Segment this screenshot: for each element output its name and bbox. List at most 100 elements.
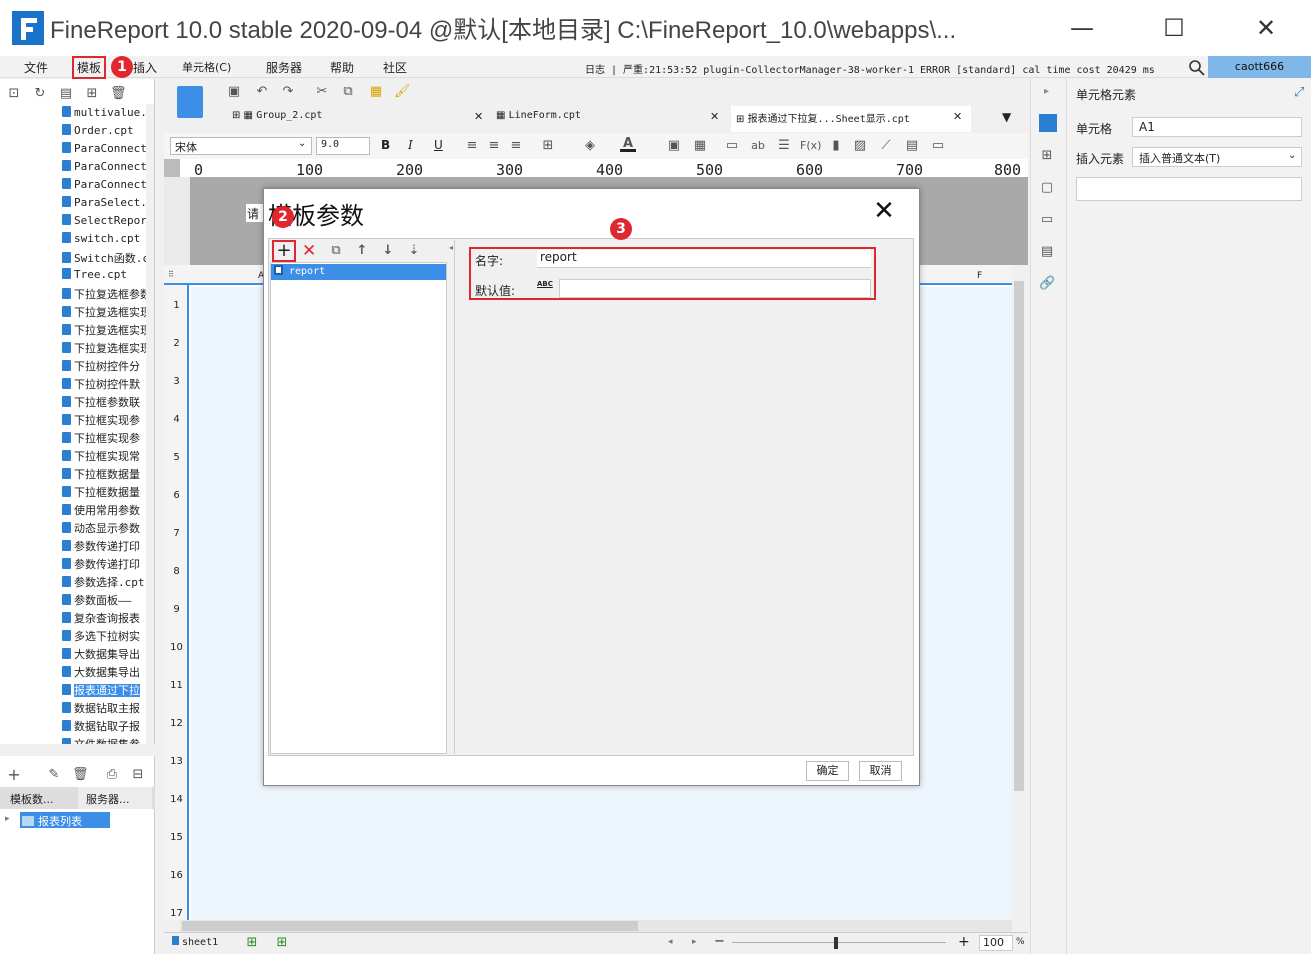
file-tree-item[interactable]: 下拉框实现参 [62, 412, 146, 430]
row-header-10[interactable]: 10 [164, 642, 189, 653]
cell-input[interactable]: A1 [1132, 117, 1302, 137]
row-header-6[interactable]: 6 [164, 490, 189, 501]
border-icon[interactable]: ⊞ [540, 138, 556, 154]
row-header-12[interactable]: 12 [164, 718, 189, 729]
file-tree-item[interactable]: 下拉复选框实现 [62, 304, 146, 322]
cancel-button[interactable]: 取消 [859, 761, 902, 781]
font-select[interactable]: 宋体 [170, 137, 312, 155]
font-color-icon[interactable]: A [620, 136, 636, 152]
row-header-13[interactable]: 13 [164, 756, 189, 767]
data-list-icon[interactable]: ▤ [1039, 244, 1055, 260]
file-tree-item[interactable]: 下拉复选框参数 [62, 286, 146, 304]
horizontal-scrollbar[interactable] [180, 920, 1012, 932]
file-tree-item[interactable]: 复杂查询报表 [62, 610, 146, 628]
font-dropdown-icon[interactable]: ⌄ [298, 138, 306, 149]
file-tree-item[interactable]: 参数面板—— [62, 592, 146, 610]
italic-button[interactable]: I [408, 138, 413, 152]
chart-icon[interactable]: ▮ [828, 138, 844, 154]
file-tree-item[interactable]: 下拉框实现参 [62, 430, 146, 448]
file-tree-item[interactable]: 下拉框数据量 [62, 466, 146, 484]
file-tree-item[interactable]: Order.cpt [62, 124, 146, 142]
dataset-icon[interactable]: ⊟ [130, 767, 146, 783]
row-header-17[interactable]: 17 [164, 908, 189, 919]
file-tree-item[interactable]: 下拉树控件默 [62, 376, 146, 394]
pin-icon[interactable]: ⤢ [1294, 85, 1304, 100]
col-header-f[interactable]: F [977, 271, 982, 281]
fill-color-icon[interactable]: ◈ [582, 138, 598, 154]
align-right-icon[interactable]: ≡ [508, 138, 524, 154]
template-list-icon[interactable]: ▤ [58, 86, 74, 102]
delete-icon[interactable]: 🗑 [110, 86, 127, 102]
sort-icon[interactable]: ⇣ [406, 243, 422, 259]
row-header-15[interactable]: 15 [164, 832, 189, 843]
slash-icon[interactable]: ⟋ [878, 138, 894, 154]
row-header-1[interactable]: 1 [164, 300, 189, 311]
default-value-input[interactable] [559, 279, 871, 298]
row-header-5[interactable]: 5 [164, 452, 189, 463]
formula-icon[interactable]: F(x) [800, 138, 821, 154]
move-top-icon[interactable]: ↑ [354, 243, 370, 259]
tab-group2-close[interactable]: ✕ [474, 110, 483, 123]
tree-scrollbar[interactable] [146, 104, 154, 744]
widget-icon[interactable]: ▢ [1039, 180, 1055, 196]
preview-icon[interactable]: ⎙ [104, 767, 120, 783]
abc-type-icon[interactable]: ABC [537, 280, 553, 288]
table-icon[interactable]: ▦ [692, 138, 708, 154]
select-all-icon[interactable]: ⠿ [168, 270, 174, 279]
row-header-14[interactable]: 14 [164, 794, 189, 805]
menu-server[interactable]: 服务器 [266, 59, 302, 76]
tab-menu-icon[interactable]: ▼ [1002, 110, 1011, 124]
file-tree-item[interactable]: 下拉复选框实现 [62, 340, 146, 358]
parameter-item-report[interactable]: report [271, 264, 446, 280]
ok-button[interactable]: 确定 [806, 761, 849, 781]
move-down-icon[interactable]: ↓ [380, 243, 396, 259]
log-message[interactable]: 日志 | 严重:21:53:52 plugin-CollectorManager… [585, 61, 1155, 76]
parameter-list[interactable] [270, 262, 447, 754]
row-header-2[interactable]: 2 [164, 338, 189, 349]
undo-icon[interactable]: ↶ [254, 84, 270, 100]
remove-icon[interactable]: 🗑 [72, 767, 89, 783]
file-tree-item[interactable]: 参数选择.cpt [62, 574, 146, 592]
preview-button-icon[interactable] [177, 86, 203, 118]
tab-template-dataset[interactable]: 模板数... [10, 791, 54, 807]
report-list-node[interactable]: 报表列表 [20, 812, 110, 828]
delete-parameter-icon[interactable]: ✕ [302, 241, 316, 261]
copy-parameter-icon[interactable]: ⧉ [328, 243, 344, 259]
cut-icon[interactable]: ✂ [314, 84, 330, 100]
file-tree-item[interactable]: 下拉复选框实现 [62, 322, 146, 340]
paste-icon[interactable]: ▦ [368, 84, 384, 100]
row-header-3[interactable]: 3 [164, 376, 189, 387]
file-tree-item[interactable]: 下拉框数据量 [62, 484, 146, 502]
hyperlink-icon[interactable]: 🔗 [1039, 276, 1055, 292]
file-tree-item[interactable]: 多选下拉树实 [62, 628, 146, 646]
file-tree-item[interactable]: 使用常用参数 [62, 502, 146, 520]
zoom-out-icon[interactable]: − [714, 934, 725, 949]
menu-insert[interactable]: 插入 [133, 59, 157, 76]
file-tree-item[interactable]: 下拉框实现常 [62, 448, 146, 466]
collapse-arrow-icon[interactable]: ▸ [1044, 86, 1049, 97]
refresh-icon[interactable]: ↻ [32, 86, 48, 102]
minimize-button[interactable]: — [1062, 10, 1102, 46]
element-content-input[interactable] [1076, 177, 1302, 201]
file-tree-item[interactable]: 参数传递打印 [62, 538, 146, 556]
menu-template[interactable]: 模板 [72, 56, 107, 79]
file-tree-item[interactable]: ParaConnect3.cpt [62, 178, 146, 196]
file-tree-item[interactable]: SelectReport.cpt [62, 214, 146, 232]
tab-lineform-close[interactable]: ✕ [710, 110, 719, 123]
add-polysheet-icon[interactable]: ⊞ [274, 935, 290, 951]
save-icon[interactable]: ▣ [226, 84, 242, 100]
tab-lineform[interactable]: ▦ LineForm.cpt [496, 110, 581, 132]
tab-group2[interactable]: ⊞ ▦ Group_2.cpt [232, 110, 322, 132]
cell-attribute-icon[interactable]: ⊞ [1039, 148, 1055, 164]
menu-file[interactable]: 文件 [24, 59, 48, 76]
sheet-prev-icon[interactable]: ◂ [668, 937, 673, 947]
file-tree-item[interactable]: 参数传递打印 [62, 556, 146, 574]
font-size-select[interactable]: 9.0 [316, 137, 370, 155]
row-header-16[interactable]: 16 [164, 870, 189, 881]
add-parameter-button[interactable]: + [272, 240, 296, 262]
align-left-icon[interactable]: ≡ [464, 138, 480, 154]
field-icon[interactable]: ▭ [724, 138, 740, 154]
tab-active-close[interactable]: ✕ [953, 110, 962, 123]
file-tree-item[interactable]: ParaSelect.cpt [62, 196, 146, 214]
file-tree-item[interactable]: Tree.cpt [62, 268, 146, 286]
